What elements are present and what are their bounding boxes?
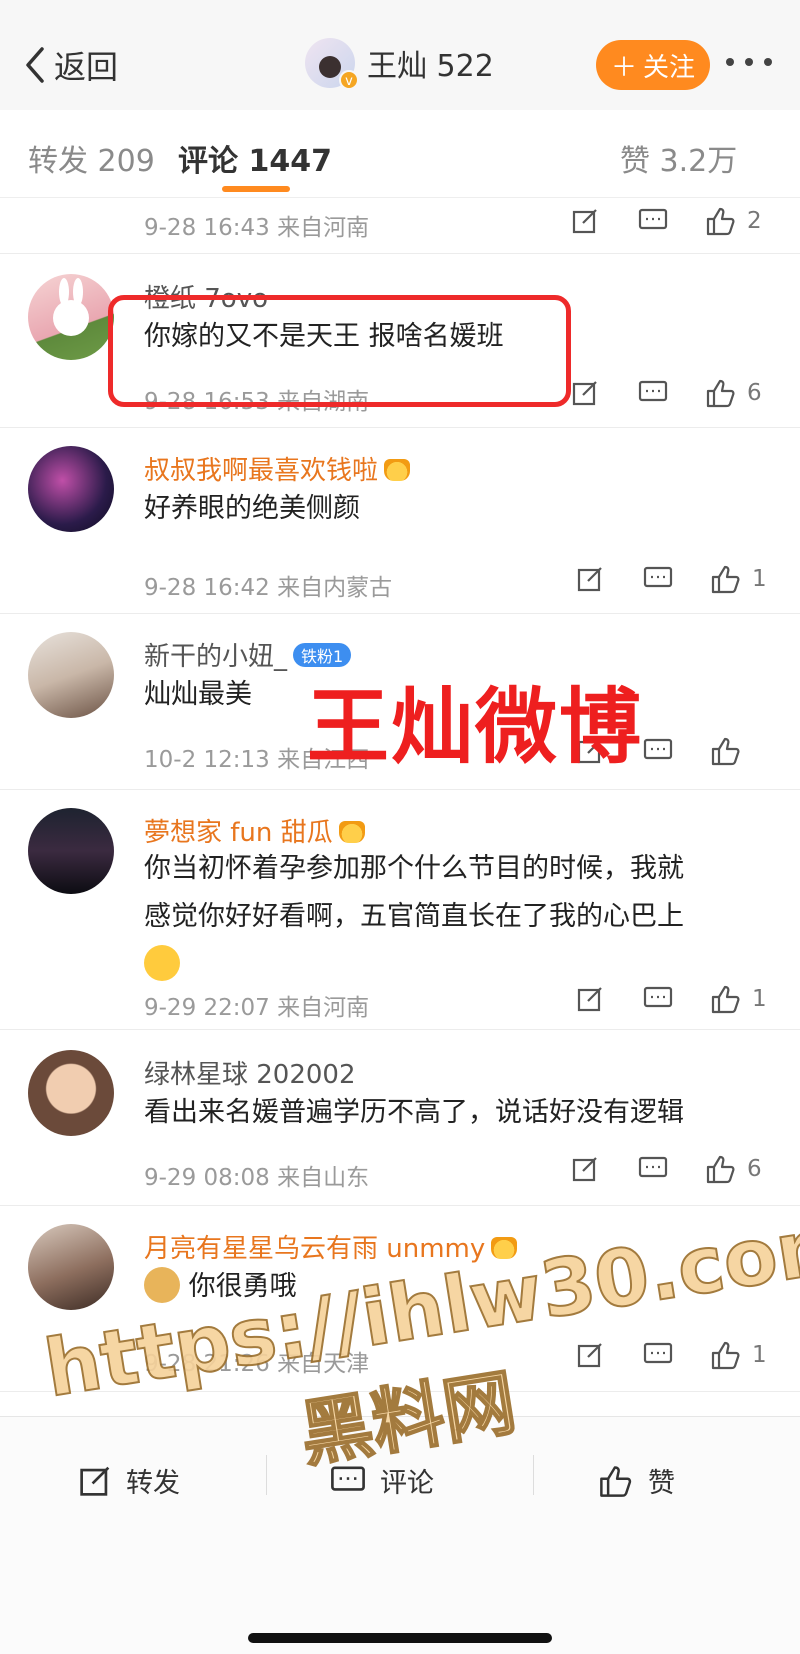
comment-item: 叔叔我啊最喜欢钱啦 好养眼的绝美侧颜 9-28 16:42 来自内蒙古 1	[0, 428, 800, 614]
divider	[533, 1455, 534, 1495]
top-bar: 返回 v 王灿 522 ＋ 关注	[0, 0, 800, 110]
comment-item: 夢想家 fun 甜瓜 你当初怀着孕参加那个什么节目的时候，我就 感觉你好好看啊，…	[0, 790, 800, 1030]
like-count: 6	[747, 380, 762, 406]
vip-crown-icon	[338, 821, 365, 843]
comment-icon[interactable]	[633, 1152, 673, 1186]
comment-icon[interactable]	[633, 376, 673, 410]
comment-meta: 9-28 16:42 来自内蒙古	[144, 575, 393, 601]
like-count: 1	[752, 986, 767, 1012]
home-indicator	[248, 1633, 552, 1643]
like-count: 1	[752, 1342, 767, 1368]
comment-icon[interactable]	[633, 204, 673, 238]
like-count: 1	[752, 566, 767, 592]
repost-icon[interactable]	[565, 376, 605, 410]
comment-text-line: 你当初怀着孕参加那个什么节目的时候，我就	[144, 853, 684, 884]
tab-likes[interactable]: 赞 3.2万	[620, 136, 737, 180]
comment-meta: 9-29 08:08 来自山东	[144, 1165, 370, 1191]
comment-username[interactable]: 叔叔我啊最喜欢钱啦	[144, 450, 411, 487]
comment-username[interactable]: 绿林星球 202002	[144, 1054, 356, 1091]
like-icon[interactable]	[701, 376, 741, 410]
watermark-text: 王灿微博	[307, 680, 644, 775]
comment-meta: 9-28 16:43 来自河南	[144, 215, 370, 241]
comment-text: 看出来名媛普遍学历不高了，说话好没有逻辑	[144, 1097, 684, 1128]
tab-bar: 转发 209 评论 1447 赞 3.2万	[0, 110, 800, 198]
avatar[interactable]	[28, 1224, 114, 1310]
comment-text: 好养眼的绝美侧颜	[144, 493, 360, 524]
avatar[interactable]	[28, 446, 114, 532]
verified-icon: v	[339, 70, 359, 90]
back-label: 返回	[54, 48, 119, 86]
follow-label: 关注	[643, 52, 696, 83]
repost-icon[interactable]	[565, 204, 605, 238]
avatar[interactable]	[28, 808, 114, 894]
avatar[interactable]	[28, 632, 114, 718]
like-count: 6	[747, 1156, 762, 1182]
highlight-box	[108, 295, 571, 407]
comment-item: 绿林星球 202002 看出来名媛普遍学历不高了，说话好没有逻辑 9-29 08…	[0, 1030, 800, 1206]
chevron-left-icon	[26, 47, 44, 83]
like-button[interactable]: 赞	[598, 1461, 675, 1500]
more-options-icon[interactable]	[726, 58, 772, 66]
comment-username[interactable]: 夢想家 fun 甜瓜	[144, 812, 365, 849]
like-icon[interactable]	[706, 562, 746, 596]
avatar[interactable]	[28, 1050, 114, 1136]
plus-icon: ＋	[610, 52, 637, 83]
repost-icon[interactable]	[570, 562, 610, 596]
comment-text-line: 感觉你好好看啊，五官简直长在了我的心巴上	[144, 901, 684, 932]
comment-icon[interactable]	[638, 982, 678, 1016]
comment-item: 9-28 16:43 来自河南 2	[0, 198, 800, 254]
follow-button[interactable]: ＋ 关注	[596, 40, 710, 90]
vip-crown-icon	[384, 459, 411, 481]
like-count: 2	[747, 208, 762, 234]
repost-icon[interactable]	[570, 982, 610, 1016]
like-icon[interactable]	[706, 982, 746, 1016]
repost-icon[interactable]	[565, 1152, 605, 1186]
like-icon[interactable]	[706, 734, 746, 768]
like-icon[interactable]	[701, 204, 741, 238]
account-name: 王灿 522	[367, 49, 494, 84]
avatar[interactable]: v	[305, 38, 359, 90]
account-header[interactable]: v 王灿 522	[305, 38, 494, 90]
like-label: 赞	[648, 1468, 675, 1499]
tab-comments[interactable]: 评论 1447	[178, 136, 332, 180]
like-icon[interactable]	[701, 1152, 741, 1186]
avatar[interactable]	[28, 274, 114, 360]
comment-meta: 9-29 22:07 来自河南	[144, 995, 370, 1021]
like-icon	[600, 1465, 632, 1497]
comment-icon[interactable]	[638, 734, 678, 768]
active-tab-indicator	[222, 186, 290, 192]
comment-icon[interactable]	[638, 562, 678, 596]
tab-reposts[interactable]: 转发 209	[28, 136, 155, 180]
doge-emoji-icon	[144, 1267, 180, 1303]
back-button[interactable]: 返回	[22, 42, 118, 88]
